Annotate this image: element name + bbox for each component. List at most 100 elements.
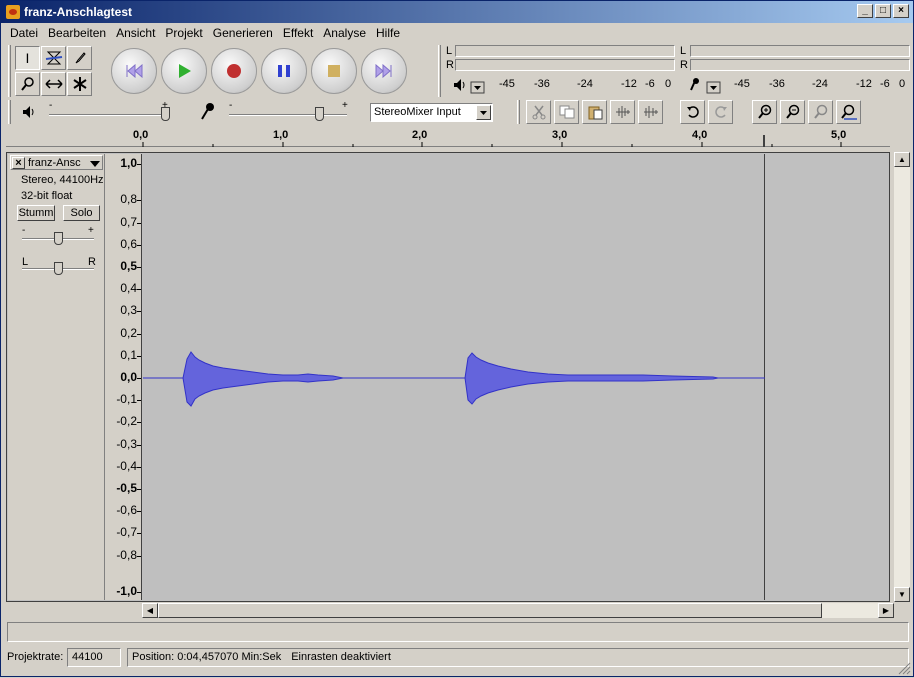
selection-tool-icon[interactable]: I <box>15 46 40 70</box>
zoom-selection-icon[interactable] <box>808 100 833 124</box>
position-readout: Position: 0:04,457070 Min:Sek <box>132 651 282 663</box>
project-rate-field[interactable]: 44100 <box>67 648 121 667</box>
menu-datei[interactable]: Datei <box>10 26 38 40</box>
menu-bearbeiten[interactable]: Bearbeiten <box>48 26 106 40</box>
menu-analyse[interactable]: Analyse <box>323 26 366 40</box>
track-close-icon[interactable]: × <box>12 157 25 169</box>
pan-right-label: R <box>88 256 96 268</box>
output-volume-track <box>49 114 167 116</box>
minimize-button[interactable]: _ <box>857 4 873 18</box>
menu-projekt[interactable]: Projekt <box>165 26 202 40</box>
redo-icon[interactable] <box>708 100 733 124</box>
track-menu-chevron-icon[interactable] <box>89 158 101 172</box>
chevron-down-icon[interactable] <box>476 105 491 120</box>
amplitude-tick-label: -0,1 <box>116 392 137 407</box>
maximize-button[interactable]: □ <box>875 4 891 18</box>
amplitude-tick-mark <box>137 592 141 593</box>
in-scale-12: -12 <box>856 78 872 90</box>
out-scale-0: 0 <box>665 78 672 90</box>
menu-generieren[interactable]: Generieren <box>213 26 273 40</box>
scroll-up-icon[interactable]: ▲ <box>894 152 910 167</box>
timeline-ruler[interactable]: 0,0 1,0 2,0 3,0 4,0 5,0 <box>6 127 890 147</box>
vertical-scrollbar[interactable]: ▲ ▼ <box>894 152 910 602</box>
track-name[interactable]: franz-Ansc <box>28 157 81 169</box>
mixer-grip[interactable] <box>8 100 11 124</box>
amplitude-tick-mark <box>137 400 141 402</box>
track-control-panel: × franz-Ansc Stereo, 44100Hz 32-bit floa… <box>8 154 105 600</box>
trim-icon[interactable] <box>610 100 635 124</box>
horizontal-scroll-thumb[interactable] <box>158 603 822 618</box>
close-button[interactable]: × <box>893 4 909 18</box>
pause-icon <box>278 65 290 77</box>
amplitude-tick-label: 0,4 <box>120 281 137 296</box>
amplitude-tick-mark <box>137 222 141 224</box>
skip-end-button[interactable] <box>361 48 407 94</box>
amplitude-tick-mark <box>137 164 141 165</box>
zoom-fit-icon[interactable] <box>836 100 861 124</box>
output-meter-right <box>455 59 675 71</box>
pan-left-label: L <box>22 256 29 268</box>
resize-grip-icon[interactable] <box>897 661 911 678</box>
toolbar-grip[interactable] <box>8 45 11 97</box>
solo-button[interactable]: Solo <box>63 205 100 221</box>
scroll-right-icon[interactable]: ▶ <box>878 603 894 618</box>
scroll-left-icon[interactable]: ◀ <box>142 603 158 618</box>
copy-icon[interactable] <box>554 100 579 124</box>
multi-tool-icon[interactable] <box>67 72 92 96</box>
out-scale-45: -45 <box>499 78 515 90</box>
meter-in-left-label: L <box>680 45 687 57</box>
input-meter-right <box>690 59 910 71</box>
in-scale-6: -6 <box>880 78 890 90</box>
skip-start-icon <box>126 64 143 78</box>
input-volume-slider[interactable] <box>315 107 324 121</box>
amplitude-tick-label: -0,6 <box>116 503 137 518</box>
cut-icon[interactable] <box>526 100 551 124</box>
stop-icon <box>328 65 340 77</box>
amplitude-tick-mark <box>137 200 141 202</box>
zoom-in-icon[interactable] <box>752 100 777 124</box>
undo-icon[interactable] <box>680 100 705 124</box>
empty-track-region[interactable] <box>766 154 889 600</box>
record-button[interactable] <box>211 48 257 94</box>
output-volume-slider[interactable] <box>161 107 170 121</box>
waveform-clip-1 <box>182 351 344 407</box>
zoom-out-icon[interactable] <box>780 100 805 124</box>
timeshift-tool-icon[interactable] <box>41 72 66 96</box>
amplitude-tick-mark <box>137 489 141 490</box>
amplitude-tick-mark <box>137 311 141 313</box>
waveform-view[interactable] <box>143 154 765 600</box>
meter-grip[interactable] <box>438 45 441 97</box>
zoom-tool-icon[interactable] <box>15 72 40 96</box>
stop-button[interactable] <box>311 48 357 94</box>
menu-ansicht[interactable]: Ansicht <box>116 26 155 40</box>
mute-button[interactable]: Stumm <box>17 205 55 221</box>
pause-button[interactable] <box>261 48 307 94</box>
input-source-select[interactable]: StereoMixer Input <box>370 103 493 122</box>
pan-slider[interactable] <box>54 262 63 275</box>
scroll-down-icon[interactable]: ▼ <box>894 587 910 602</box>
amplitude-tick-mark <box>137 355 141 357</box>
amplitude-tick-label: 0,3 <box>120 303 137 318</box>
paste-icon[interactable] <box>582 100 607 124</box>
play-button[interactable] <box>161 48 207 94</box>
amplitude-tick-mark <box>137 555 141 557</box>
gain-slider[interactable] <box>54 232 63 245</box>
track-info-bitdepth: 32-bit float <box>21 190 73 202</box>
input-min-label: - <box>229 100 233 111</box>
draw-tool-icon[interactable] <box>67 46 92 70</box>
menu-hilfe[interactable]: Hilfe <box>376 26 400 40</box>
horizontal-scrollbar[interactable]: ◀ ▶ <box>142 603 894 618</box>
in-scale-36: -36 <box>769 78 785 90</box>
silence-icon[interactable] <box>638 100 663 124</box>
speaker-icon[interactable] <box>453 77 485 98</box>
output-meter-left <box>455 45 675 57</box>
skip-start-button[interactable] <box>111 48 157 94</box>
microphone-icon[interactable] <box>685 77 725 98</box>
input-max-label: + <box>342 100 348 111</box>
amplitude-tick-label: 0,8 <box>120 192 137 207</box>
envelope-tool-icon[interactable] <box>41 46 66 70</box>
menu-effekt[interactable]: Effekt <box>283 26 313 40</box>
project-rate-value: 44100 <box>72 651 103 663</box>
waveform-svg <box>143 351 765 407</box>
edit-grip[interactable] <box>517 100 520 124</box>
